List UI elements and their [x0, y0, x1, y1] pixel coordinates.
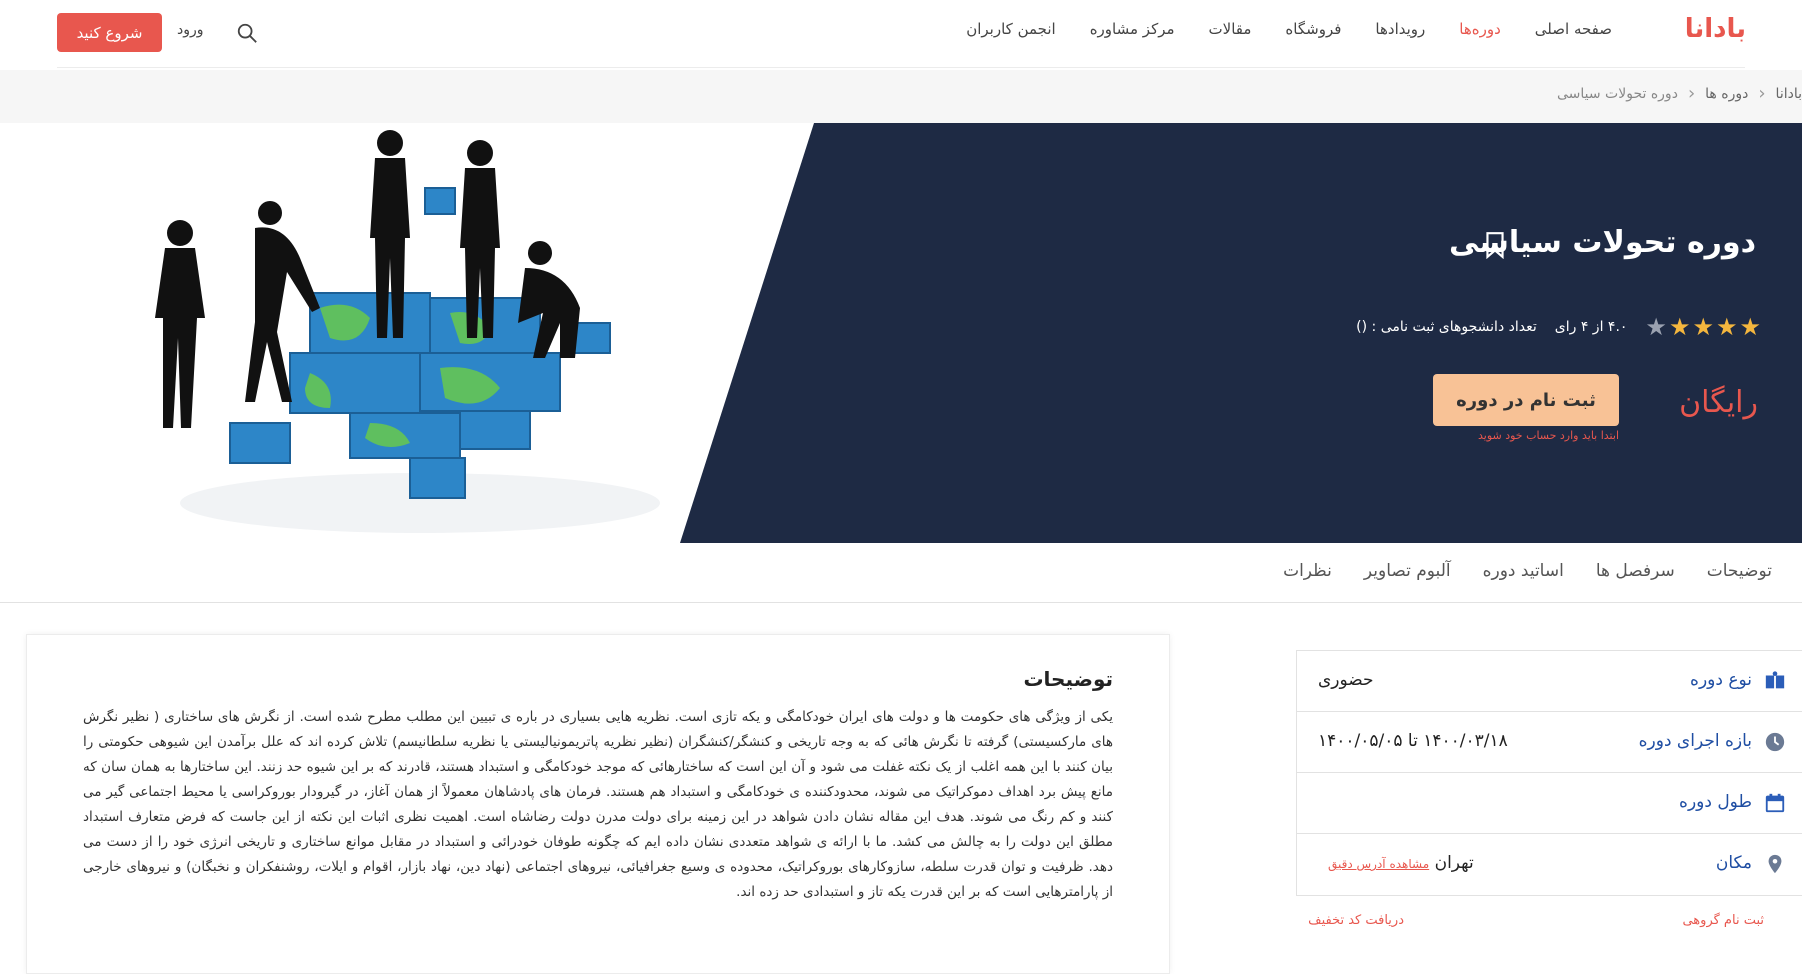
info-label: نوع دوره [1690, 670, 1752, 690]
logo[interactable]: بادانا [1685, 14, 1746, 44]
site-header: بادانا صفحه اصلی دوره‌ها رویدادها فروشگا… [0, 0, 1802, 68]
nav-courses[interactable]: دوره‌ها [1459, 20, 1501, 38]
info-row-location: مکان تهران مشاهده آدرس دقیق [1296, 834, 1802, 895]
nav-articles[interactable]: مقالات [1209, 20, 1252, 38]
enroll-button[interactable]: ثبت نام در دوره [1433, 374, 1619, 426]
star-icon: ★ [1692, 313, 1714, 341]
group-enroll-link[interactable]: ثبت نام گروهی [1682, 913, 1764, 928]
discount-code-link[interactable]: دریافت کد تخفیف [1308, 913, 1404, 928]
tab-gallery[interactable]: آلبوم تصاویر [1364, 561, 1451, 581]
info-value-location: تهران مشاهده آدرس دقیق [1318, 853, 1474, 873]
description-text: یکی از ویژگی های حکومت ها و دولت های ایر… [83, 709, 1113, 900]
chevron-left-icon: ‹ [1758, 83, 1766, 104]
nav-forum[interactable]: انجمن کاربران [966, 20, 1055, 38]
tab-instructors[interactable]: اساتید دوره [1483, 561, 1564, 581]
bookmark-icon[interactable] [1484, 231, 1506, 259]
start-button[interactable]: شروع کنید [57, 13, 162, 52]
info-row-duration: طول دوره [1296, 773, 1802, 834]
calendar-icon [1765, 793, 1785, 813]
rating-row: ★ ★ ★ ★ ★ ۴.۰ از ۴ رای تعداد دانشجوهای ث… [1356, 315, 1761, 339]
header-divider [57, 67, 1745, 68]
rating-text: ۴.۰ از ۴ رای [1554, 319, 1628, 335]
search-icon[interactable] [236, 22, 258, 44]
main-nav: صفحه اصلی دوره‌ها رویدادها فروشگاه مقالا… [966, 20, 1612, 38]
star-icon: ★ [1715, 313, 1738, 341]
course-hero: دوره تحولات سیاسی ★ ★ ★ ★ ★ ۴.۰ از ۴ رای… [0, 123, 1802, 543]
breadcrumb: بادانا ‹ دوره ها ‹ دوره تحولات سیاسی [1556, 83, 1802, 104]
nav-consulting[interactable]: مرکز مشاوره [1090, 20, 1175, 38]
info-row-type: نوع دوره حضوری [1296, 651, 1802, 712]
info-label: طول دوره [1679, 792, 1752, 812]
course-price: رایگان [1679, 385, 1758, 420]
book-icon [1765, 671, 1785, 689]
breadcrumb-home[interactable]: بادانا [1776, 86, 1802, 102]
course-image [155, 130, 660, 533]
course-info-card: نوع دوره حضوری بازه اجرای دوره ۱۴۰۰/۰۳/۱… [1296, 650, 1802, 896]
location-icon [1768, 854, 1782, 874]
star-icon: ★ [1739, 313, 1761, 341]
location-city: تهران [1434, 853, 1474, 873]
tab-syllabus[interactable]: سرفصل ها [1596, 561, 1675, 581]
tab-comments[interactable]: نظرات [1283, 561, 1332, 581]
nav-events[interactable]: رویدادها [1375, 20, 1425, 38]
description-card: توضیحات یکی از ویژگی های حکومت ها و دولت… [26, 634, 1170, 974]
info-label: مکان [1715, 853, 1752, 873]
nav-home[interactable]: صفحه اصلی [1535, 20, 1612, 38]
star-icon: ★ [1668, 313, 1691, 341]
course-tabs: توضیحات سرفصل ها اساتید دوره آلبوم تصاوی… [0, 543, 1802, 603]
star-icon: ★ [1645, 313, 1667, 341]
breadcrumb-bar: بادانا ‹ دوره ها ‹ دوره تحولات سیاسی [0, 70, 1802, 123]
login-link[interactable]: ورود [177, 22, 204, 38]
info-label: بازه اجرای دوره [1638, 731, 1752, 751]
chevron-left-icon: ‹ [1687, 83, 1696, 104]
info-value: حضوری [1318, 670, 1374, 690]
info-row-period: بازه اجرای دوره ۱۴۰۰/۰۳/۱۸ تا ۱۴۰۰/۰۵/۰۵ [1296, 712, 1802, 773]
nav-shop[interactable]: فروشگاه [1285, 20, 1341, 38]
breadcrumb-current: دوره تحولات سیاسی [1556, 86, 1678, 102]
address-link[interactable]: مشاهده آدرس دقیق [1328, 857, 1429, 871]
tab-description[interactable]: توضیحات [1707, 561, 1772, 581]
students-count: تعداد دانشجوهای ثبت نامی : () [1356, 319, 1537, 335]
rating-stars: ★ ★ ★ ★ ★ [1645, 315, 1761, 339]
info-value: ۱۴۰۰/۰۳/۱۸ تا ۱۴۰۰/۰۵/۰۵ [1318, 731, 1508, 751]
breadcrumb-courses[interactable]: دوره ها [1705, 86, 1748, 102]
description-title: توضیحات [1023, 667, 1113, 691]
clock-icon [1765, 732, 1785, 752]
enroll-note: ابتدا باید وارد حساب خود شوید [1477, 429, 1619, 442]
